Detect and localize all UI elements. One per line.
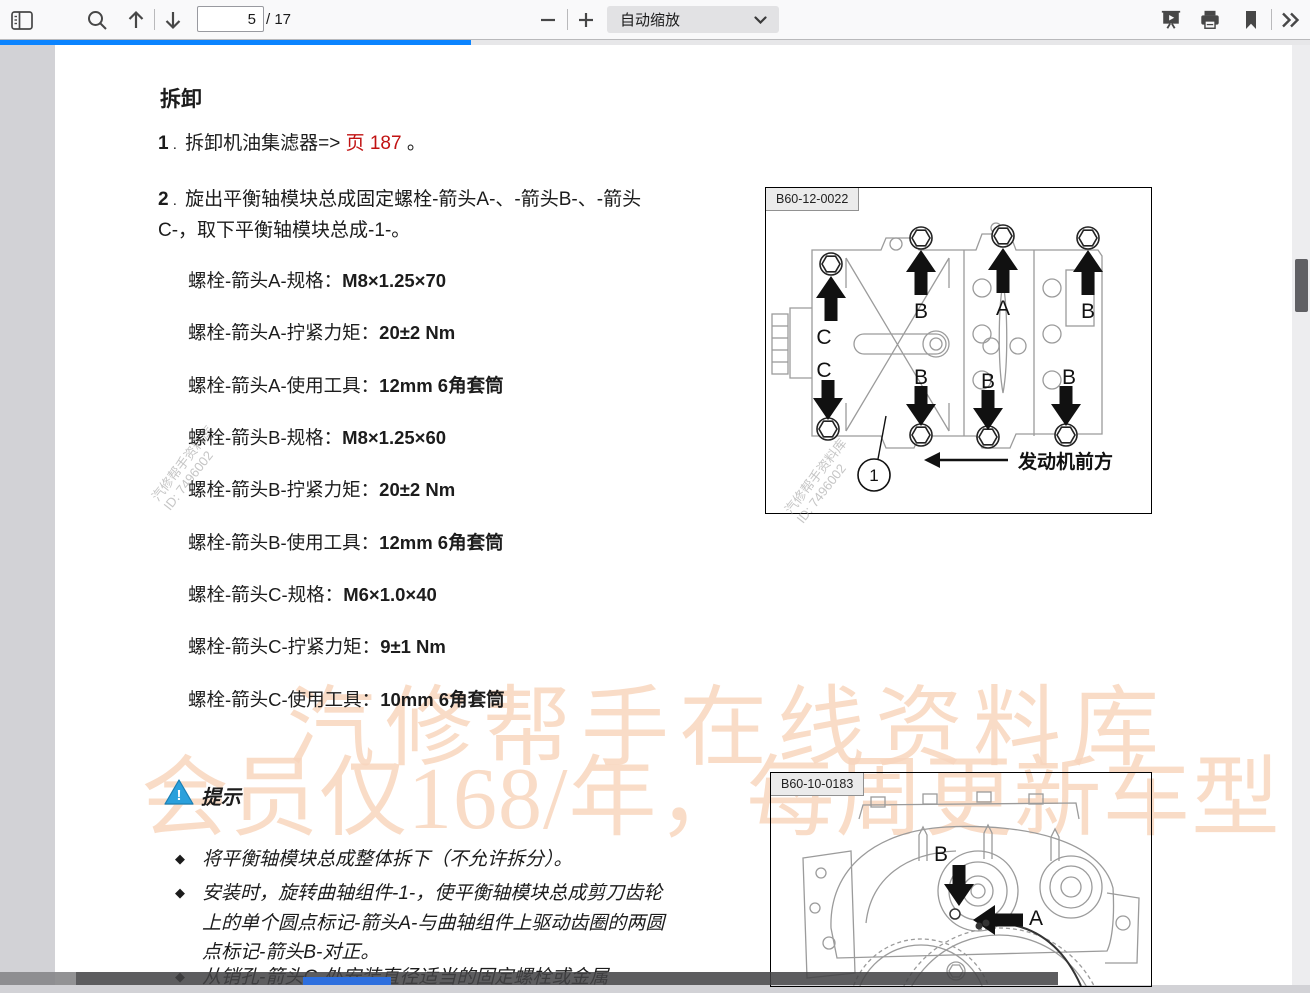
tip-title: 提示: [201, 781, 241, 810]
zoom-out-button[interactable]: [535, 7, 561, 33]
svg-text:C: C: [816, 326, 831, 349]
step-2-number: 2 .: [158, 189, 181, 210]
vertical-scrollbar: [1292, 45, 1310, 985]
figure-id-label: B60-12-0022: [766, 188, 859, 211]
spec-row: 螺栓-箭头C-使用工具：10mm 6角套筒: [188, 686, 505, 712]
step-1-number: 1 .: [158, 133, 181, 154]
svg-text:A: A: [996, 297, 1010, 320]
mark-b-arrow: [944, 865, 974, 906]
spec-row: 螺栓-箭头B-拧紧力矩：20±2 Nm: [188, 476, 455, 502]
bolt-arrows-down: [813, 380, 1081, 430]
presentation-icon: [1160, 9, 1182, 31]
plus-icon: [578, 12, 594, 28]
bottom-overlay-light-segment: [0, 972, 76, 985]
figure-crankshaft-timing-marks: B60-10-0183: [770, 772, 1152, 987]
search-button[interactable]: [84, 7, 110, 33]
step-2: 2 . 旋出平衡轴模块总成固定螺栓-箭头A-、-箭头B-、-箭头C-，取下平衡轴…: [158, 185, 663, 246]
bookmark-button[interactable]: [1238, 7, 1264, 33]
figure-balance-shaft-bolts: B60-12-0022: [765, 187, 1152, 514]
bullet-marker: ◆: [175, 885, 185, 901]
section-heading: 拆卸: [160, 83, 202, 113]
tip-bullet: 安装时，旋转曲轴组件-1-，使平衡轴模块总成剪刀齿轮上的单个圆点标记-箭头A-与…: [202, 879, 672, 968]
step-1-suffix: 。: [402, 133, 426, 154]
scrollbar-thumb[interactable]: [1295, 259, 1308, 312]
printer-icon: [1199, 9, 1221, 31]
direction-arrow: [924, 452, 940, 468]
pdf-toolbar: / 17 自动缩放: [0, 0, 1310, 40]
svg-text:A: A: [1029, 907, 1043, 930]
spec-row: 螺栓-箭头A-规格：M8×1.25×70: [188, 267, 446, 293]
previous-page-button[interactable]: [123, 7, 149, 33]
arrow-up-icon: [127, 10, 145, 30]
svg-text:C: C: [816, 359, 831, 382]
tip-bullet: 将平衡轴模块总成整体拆下（不允许拆分）。: [202, 845, 672, 875]
chevron-down-icon: [754, 16, 767, 24]
figure-id-label: B60-10-0183: [771, 773, 864, 796]
zoom-select[interactable]: 自动缩放: [607, 6, 779, 33]
spec-row: 螺栓-箭头B-使用工具：12mm 6角套筒: [188, 529, 504, 555]
toolbar-divider: [567, 9, 568, 30]
svg-text:B: B: [1081, 300, 1095, 323]
step-1-text: 拆卸机油集滤器=>: [185, 133, 345, 154]
spec-row: 螺栓-箭头C-拧紧力矩：9±1 Nm: [188, 633, 446, 659]
arrow-down-icon: [164, 10, 182, 30]
minus-icon: [540, 12, 556, 28]
sidebar-toggle-button[interactable]: [9, 7, 35, 33]
svg-text:B: B: [981, 370, 995, 393]
more-tools-button[interactable]: [1277, 7, 1303, 33]
page-number-input[interactable]: [197, 6, 264, 32]
svg-text:B: B: [914, 366, 928, 389]
arrow-labels: C B A B C B B B: [816, 297, 1095, 393]
zoom-select-value: 自动缩放: [607, 9, 680, 30]
engine-bottom-diagram: C B A B C B B B 1 发动机前方: [766, 188, 1151, 513]
loading-bar-track: [0, 40, 1310, 45]
svg-text:B: B: [1062, 366, 1076, 389]
callout-number: 1: [869, 466, 878, 485]
page-187-link[interactable]: 页 187: [346, 133, 402, 154]
print-button[interactable]: [1197, 7, 1223, 33]
double-chevron-right-icon: [1280, 11, 1300, 29]
loading-bar-progress: [0, 40, 471, 45]
presentation-mode-button[interactable]: [1158, 7, 1184, 33]
gear-alignment-diagram: B A: [771, 773, 1151, 986]
sidebar-toggle-icon: [11, 11, 33, 30]
spec-row: 螺栓-箭头C-规格：M6×1.0×40: [188, 581, 437, 607]
svg-text:B: B: [914, 300, 928, 323]
pdf-page: 汽修帮手在线资料库 会员仅168/年，每周更新车型 汽修帮手资料库 ID: 74…: [55, 45, 1292, 985]
bottom-dark-overlay: [0, 972, 1058, 985]
page-total-label: / 17: [266, 11, 291, 28]
zoom-in-button[interactable]: [573, 7, 599, 33]
bookmark-icon: [1241, 9, 1261, 31]
next-page-button[interactable]: [160, 7, 186, 33]
spec-row: 螺栓-箭头A-拧紧力矩：20±2 Nm: [188, 319, 455, 345]
engine-front-label: 发动机前方: [1017, 450, 1113, 473]
bullet-marker: ◆: [175, 851, 185, 867]
toolbar-divider: [1271, 9, 1272, 30]
svg-text:B: B: [934, 843, 948, 866]
step-2-text: 旋出平衡轴模块总成固定螺栓-箭头A-、-箭头B-、-箭头C-，取下平衡轴模块总成…: [158, 189, 641, 241]
text-selection-highlight: [303, 977, 391, 985]
spec-row: 螺栓-箭头B-规格：M8×1.25×60: [188, 424, 446, 450]
toolbar-divider: [154, 9, 155, 30]
step-1: 1 . 拆卸机油集滤器=> 页 187 。: [158, 129, 426, 160]
svg-text:!: !: [177, 787, 182, 804]
search-icon: [87, 10, 108, 31]
spec-row: 螺栓-箭头A-使用工具：12mm 6角套筒: [188, 372, 504, 398]
warning-triangle-icon: !: [163, 778, 195, 812]
